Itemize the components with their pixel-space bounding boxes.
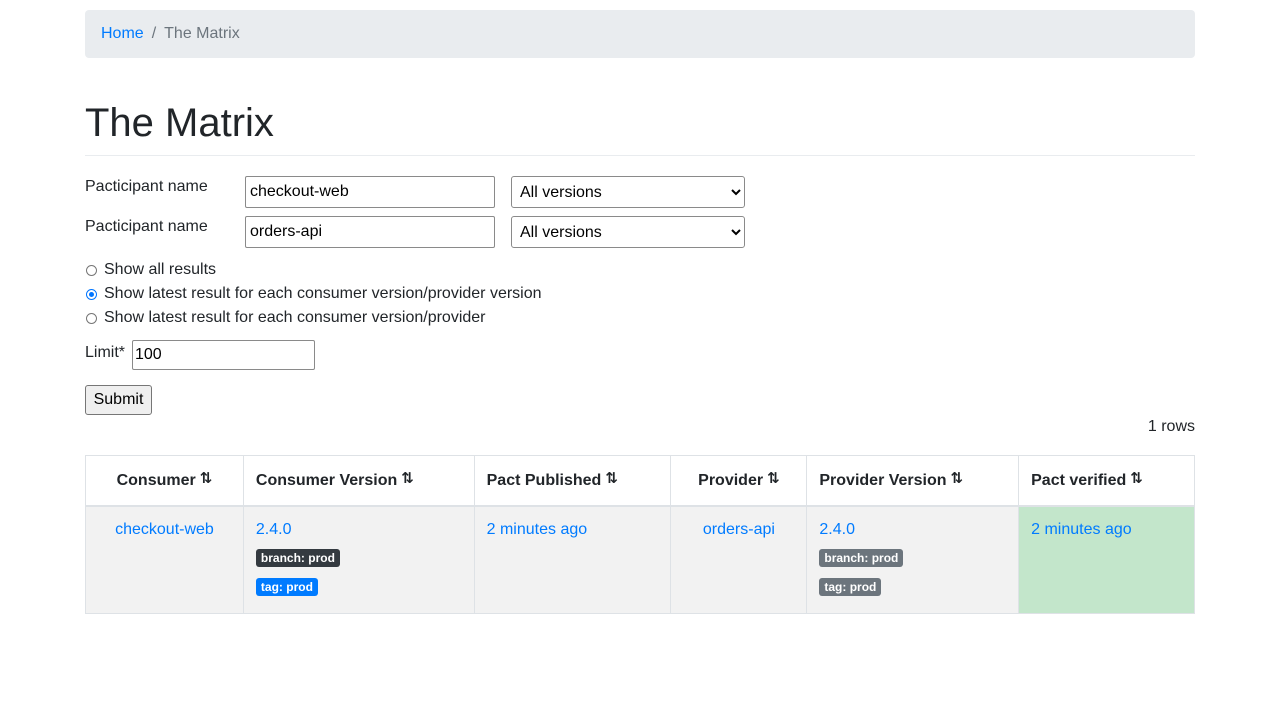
breadcrumb-home-link[interactable]: Home	[101, 25, 144, 43]
radio-button[interactable]	[86, 264, 97, 276]
column-header-provider-version[interactable]: Provider Version ⇅	[806, 455, 1020, 507]
consumer-version-link[interactable]: 2.4.0	[256, 521, 292, 538]
row-count: 1 rows	[1147, 418, 1195, 435]
branch-badge: branch: prod	[255, 548, 340, 567]
limit-input[interactable]: 100	[132, 340, 315, 370]
tag-badge: tag: prod	[819, 577, 882, 596]
column-header-pact-verified[interactable]: Pact verified ⇅	[1018, 455, 1195, 507]
matrix-table: Consumer ⇅ Consumer Version ⇅ Pact Publish…	[85, 455, 1195, 614]
column-header-label: Pact Published	[486, 471, 602, 489]
sort-icon[interactable]: ⇅	[605, 470, 618, 487]
submit-button[interactable]: Submit	[85, 385, 152, 415]
column-header-label: Consumer	[116, 471, 196, 489]
breadcrumb-current: The Matrix	[164, 25, 240, 42]
sort-icon[interactable]: ⇅	[401, 470, 414, 487]
participant-row-2: Pacticipant name orders-api All versions	[85, 216, 785, 248]
radio-label: Show latest result for each consumer ver…	[104, 285, 542, 302]
column-header-consumer[interactable]: Consumer ⇅	[85, 455, 244, 507]
pact-verified-link[interactable]: 2 minutes ago	[1031, 521, 1132, 538]
column-header-provider[interactable]: Provider ⇅	[670, 455, 808, 507]
branch-badge: branch: prod	[819, 548, 904, 567]
sort-icon[interactable]: ⇅	[951, 470, 964, 487]
radio-show-all-results[interactable]: Show all results	[85, 258, 216, 282]
sort-icon[interactable]: ⇅	[200, 470, 213, 487]
cell-pact-published: 2 minutes ago	[473, 505, 672, 614]
column-header-label: Provider Version	[819, 471, 947, 489]
cell-provider: orders-api	[670, 505, 808, 614]
column-header-consumer-version[interactable]: Consumer Version ⇅	[242, 455, 475, 507]
participant-name-input[interactable]: checkout-web	[245, 176, 495, 208]
participant-name-label: Pacticipant name	[85, 178, 208, 195]
participant-version-select[interactable]: All versions	[511, 216, 745, 248]
badge-line: tag: prod	[255, 577, 462, 597]
participant-name-input[interactable]: orders-api	[245, 216, 495, 248]
badge-line: tag: prod	[819, 577, 1006, 597]
cell-pact-verified: 2 minutes ago	[1018, 505, 1195, 614]
breadcrumb: Home / The Matrix	[85, 10, 1195, 58]
tag-badge: tag: prod	[255, 577, 318, 596]
breadcrumb-separator: /	[151, 25, 157, 42]
radio-latest-per-version[interactable]: Show latest result for each consumer ver…	[85, 282, 542, 306]
participant-row-1: Pacticipant name checkout-web All versio…	[85, 176, 785, 208]
participant-version-select[interactable]: All versions	[511, 176, 745, 208]
column-header-label: Provider	[698, 471, 764, 489]
table-header-row: Consumer ⇅ Consumer Version ⇅ Pact Publish…	[85, 455, 1195, 507]
column-header-label: Consumer Version	[255, 471, 398, 489]
cell-consumer: checkout-web	[85, 505, 244, 614]
title-divider	[85, 155, 1195, 156]
column-header-label: Pact verified	[1031, 471, 1127, 489]
radio-latest-per-provider[interactable]: Show latest result for each consumer ver…	[85, 306, 486, 330]
sort-icon[interactable]: ⇅	[1130, 470, 1143, 487]
participant-name-label: Pacticipant name	[85, 218, 208, 235]
cell-consumer-version: 2.4.0 branch: prod tag: prod	[242, 505, 475, 614]
table-row: checkout-web 2.4.0 branch: prod tag: pro…	[85, 505, 1195, 614]
limit-label: Limit*	[85, 344, 126, 361]
provider-link[interactable]: orders-api	[703, 521, 775, 538]
badge-line: branch: prod	[819, 548, 1006, 568]
badge-line: branch: prod	[255, 548, 462, 568]
consumer-link[interactable]: checkout-web	[115, 521, 214, 538]
sort-icon[interactable]: ⇅	[767, 470, 780, 487]
radio-label: Show all results	[104, 261, 217, 278]
provider-version-link[interactable]: 2.4.0	[819, 521, 855, 538]
radio-button[interactable]	[86, 312, 97, 324]
page-title: The Matrix	[85, 101, 274, 145]
radio-label: Show latest result for each consumer ver…	[104, 309, 486, 326]
pact-published-link[interactable]: 2 minutes ago	[487, 521, 588, 538]
cell-provider-version: 2.4.0 branch: prod tag: prod	[806, 505, 1020, 614]
radio-button-checked[interactable]	[86, 288, 97, 300]
column-header-pact-published[interactable]: Pact Published ⇅	[473, 455, 672, 507]
